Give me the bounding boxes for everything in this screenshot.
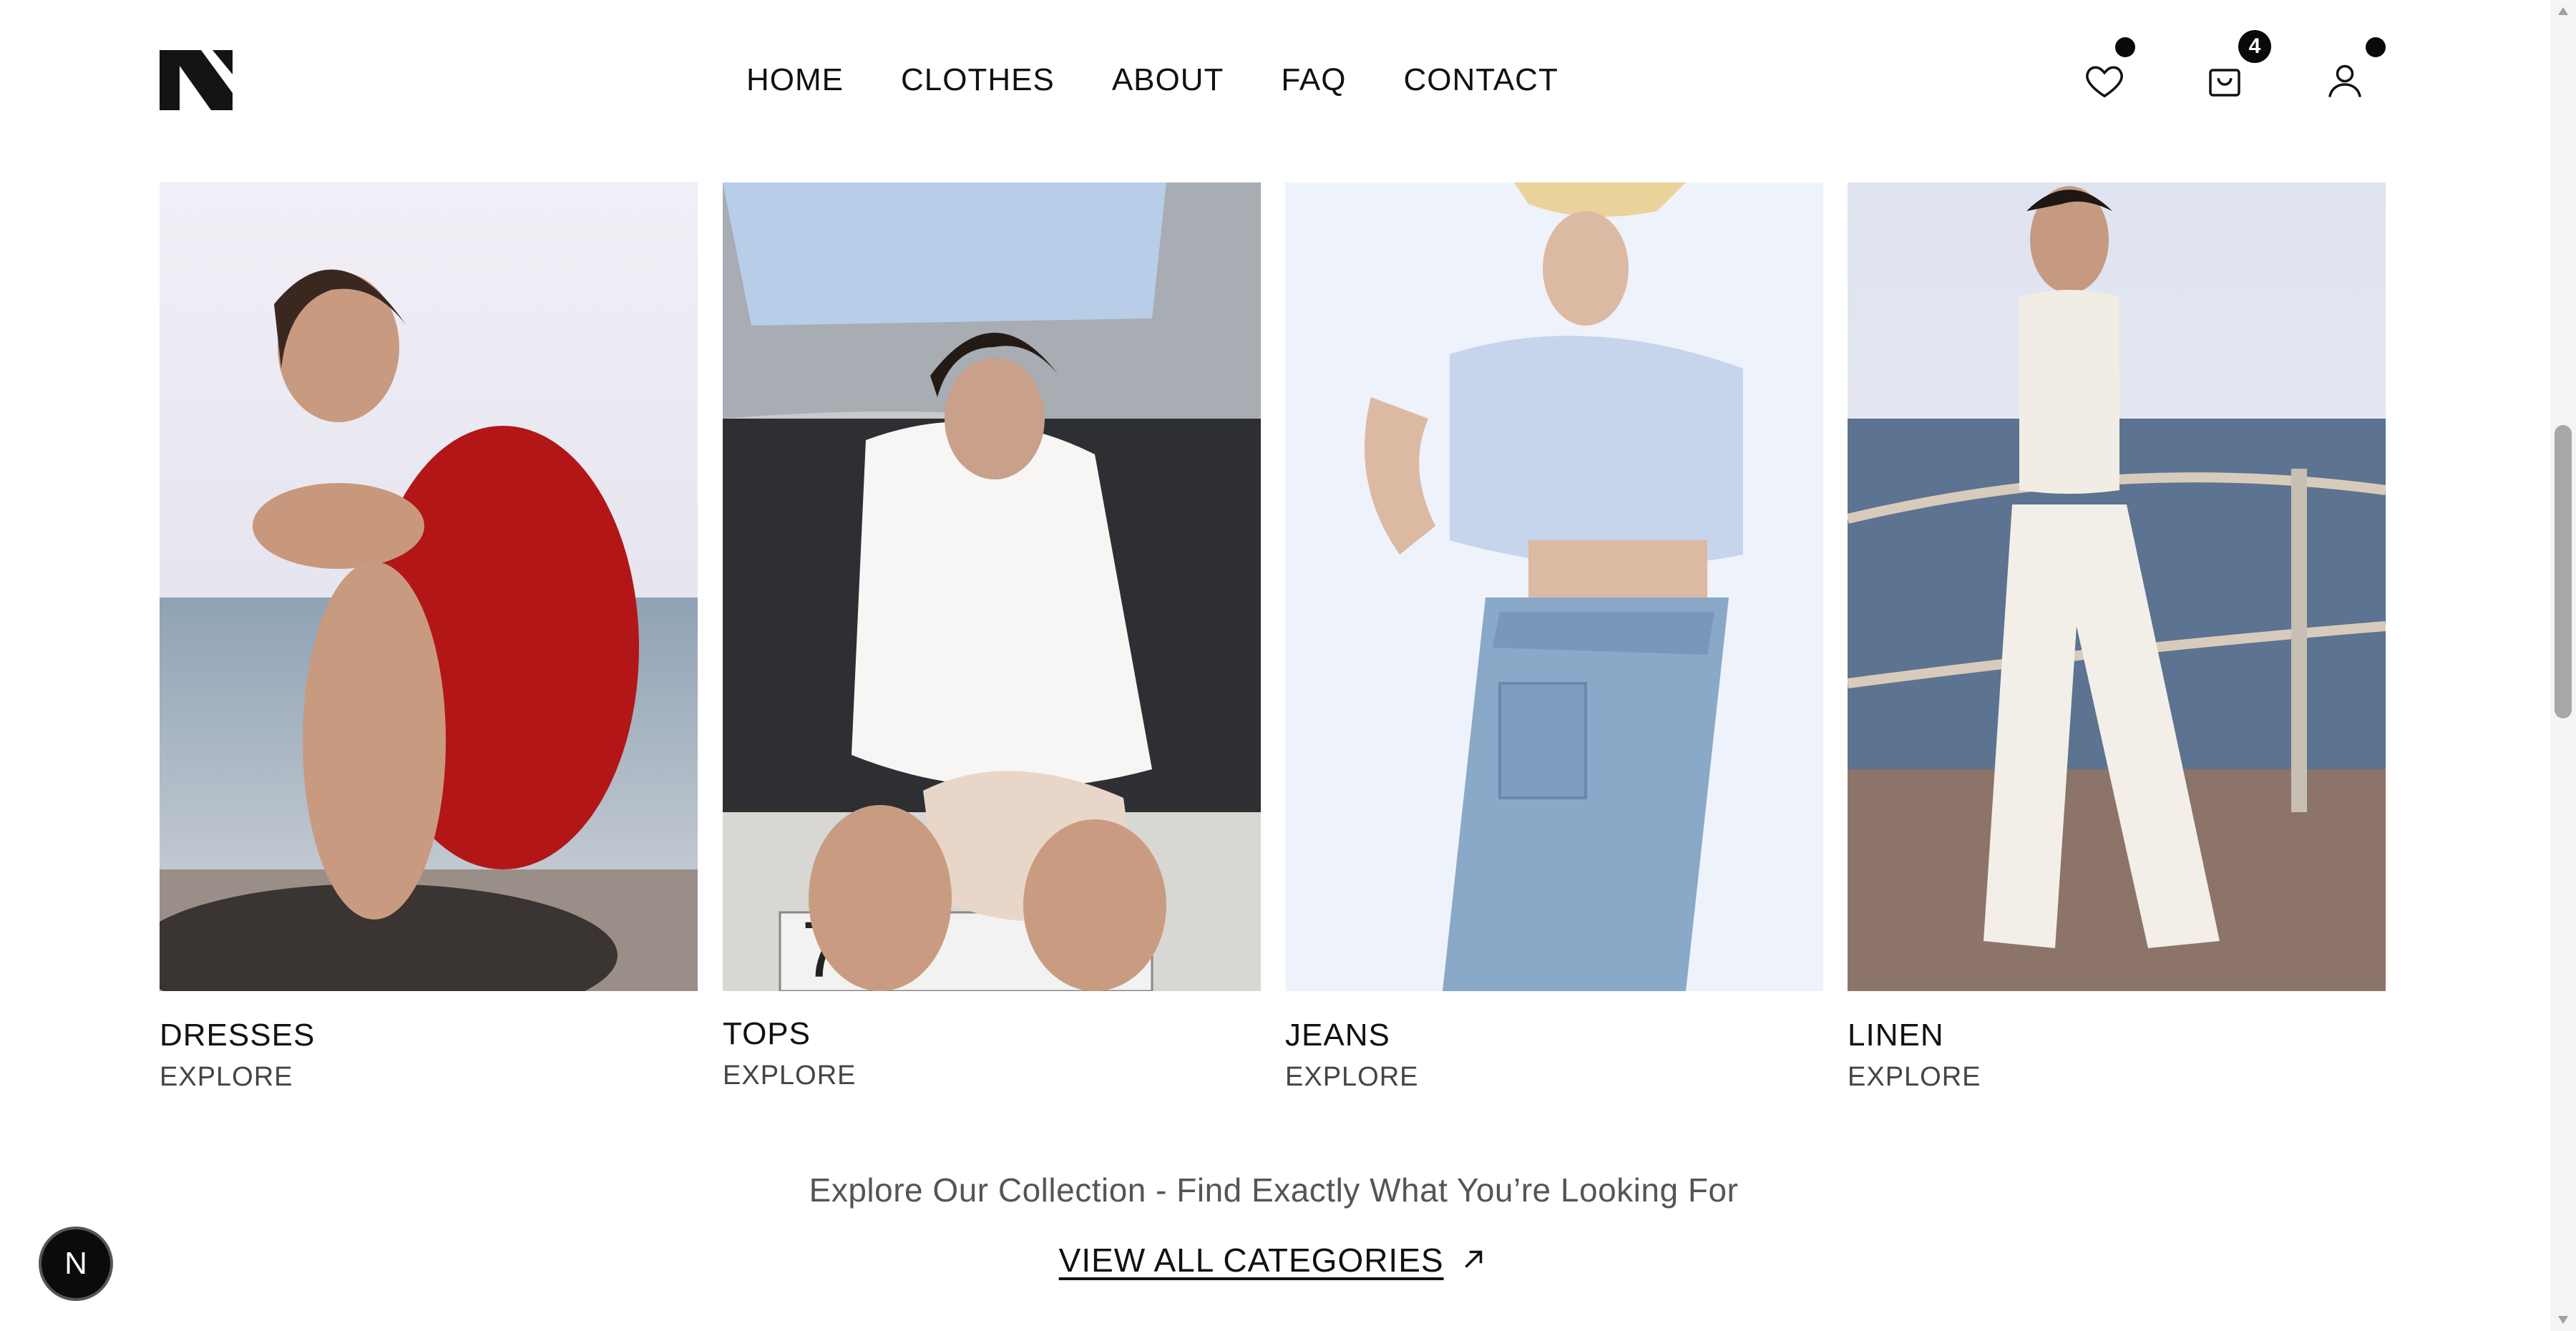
category-photo[interactable] <box>1848 182 2386 991</box>
photo-jeans-image <box>1285 182 1823 991</box>
account-indicator-dot <box>2366 37 2386 57</box>
brand-logo[interactable] <box>160 50 233 110</box>
category-title[interactable]: JEANS <box>1285 1017 1823 1054</box>
photo-linen-image <box>1848 182 2386 991</box>
user-icon <box>2328 64 2361 97</box>
category-title[interactable]: TOPS <box>723 1015 1261 1053</box>
nav-item-clothes[interactable]: CLOTHES <box>901 60 1055 100</box>
wishlist-button[interactable] <box>2081 37 2135 104</box>
category-card-linen[interactable]: LINEN EXPLORE <box>1848 182 2386 1094</box>
main-nav: HOME CLOTHES ABOUT FAQ CONTACT <box>746 60 1558 100</box>
nav-item-about[interactable]: ABOUT <box>1112 60 1224 100</box>
category-title[interactable]: DRESSES <box>160 1017 698 1054</box>
photo-dresses-image <box>160 182 698 991</box>
arrow-up-right-icon <box>1465 1250 1483 1268</box>
nav-item-contact[interactable]: CONTACT <box>1403 60 1558 100</box>
view-all-categories-link[interactable]: VIEW ALL CATEGORIES <box>0 1241 2547 1279</box>
scroll-down-arrow-icon[interactable] <box>2556 1312 2570 1327</box>
scroll-up-arrow-icon[interactable] <box>2556 4 2570 19</box>
vertical-scrollbar[interactable] <box>2550 0 2576 1331</box>
photo-tops-image: 72 YV <box>723 182 1261 991</box>
category-card-dresses[interactable]: DRESSES EXPLORE <box>160 182 698 1094</box>
category-title[interactable]: LINEN <box>1848 1017 2386 1054</box>
scrollbar-thumb[interactable] <box>2555 425 2572 718</box>
category-card-tops[interactable]: 72 YV TOPS EXPLORE <box>723 182 1261 1093</box>
logo-mark-icon <box>160 50 233 110</box>
nav-item-faq[interactable]: FAQ <box>1281 60 1346 100</box>
explore-link[interactable]: EXPLORE <box>1848 1060 2386 1094</box>
collection-tagline: Explore Our Collection - Find Exactly Wh… <box>809 1171 1739 1209</box>
cart-button[interactable]: 4 <box>2201 30 2271 104</box>
explore-link[interactable]: EXPLORE <box>160 1060 698 1094</box>
cart-count-badge: 4 <box>2238 30 2271 63</box>
category-photo[interactable]: 72 YV <box>723 182 1261 991</box>
view-all-categories-label[interactable]: VIEW ALL CATEGORIES <box>1059 1242 1444 1279</box>
account-button[interactable] <box>2321 37 2386 104</box>
category-photo[interactable] <box>160 182 698 991</box>
shopping-bag-icon <box>2209 69 2240 97</box>
category-photo[interactable] <box>1285 182 1823 991</box>
nav-item-home[interactable]: HOME <box>746 60 844 100</box>
explore-link[interactable]: EXPLORE <box>723 1058 1261 1093</box>
wishlist-indicator-dot <box>2115 37 2135 57</box>
heart-icon <box>2086 66 2123 98</box>
category-card-jeans[interactable]: JEANS EXPLORE <box>1285 182 1823 1094</box>
floating-brand-button[interactable]: N <box>39 1227 113 1301</box>
explore-link[interactable]: EXPLORE <box>1285 1060 1823 1094</box>
